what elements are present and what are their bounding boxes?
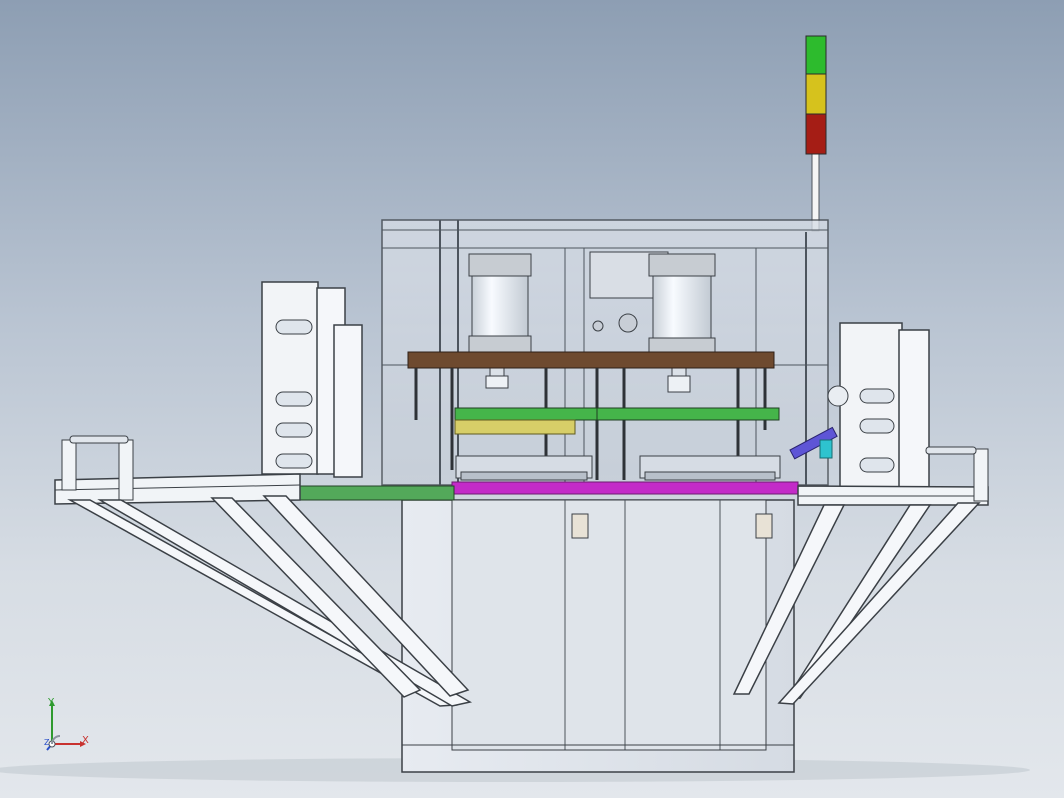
left-frame-bolt bbox=[275, 422, 313, 438]
stack-light-yellow[interactable] bbox=[805, 73, 827, 115]
machine-cabinet[interactable] bbox=[401, 499, 795, 773]
panel-hole-center bbox=[618, 313, 638, 333]
right-frame-knob[interactable] bbox=[827, 385, 849, 407]
cad-3d-viewport[interactable]: Y X Z bbox=[0, 0, 1064, 798]
left-frame-bolt bbox=[275, 453, 313, 469]
right-frame-bolt bbox=[859, 388, 895, 404]
cabinet-latch-right[interactable] bbox=[755, 513, 773, 539]
left-table-rod bbox=[69, 435, 129, 444]
left-side-frame[interactable] bbox=[261, 281, 363, 478]
stack-light[interactable] bbox=[805, 35, 827, 232]
right-side-frame[interactable] bbox=[827, 322, 930, 494]
left-frame-bolt bbox=[275, 391, 313, 407]
brown-mounting-plate[interactable] bbox=[407, 351, 775, 369]
yellow-slide-rail[interactable] bbox=[454, 419, 576, 435]
right-frame-bolt bbox=[859, 457, 895, 473]
stack-light-red[interactable] bbox=[805, 113, 827, 155]
triad-z-label: Z bbox=[44, 738, 50, 747]
machine-assembly-model[interactable] bbox=[0, 0, 1064, 798]
stack-light-green[interactable] bbox=[805, 35, 827, 75]
magenta-base-plate[interactable] bbox=[451, 481, 799, 495]
triad-y-label: Y bbox=[48, 697, 55, 708]
panel-hole-left bbox=[592, 320, 604, 332]
right-frame-bolt bbox=[859, 418, 895, 434]
cabinet-latch-left[interactable] bbox=[571, 513, 589, 539]
triad-x-label: X bbox=[82, 735, 89, 746]
right-table-rod bbox=[925, 446, 977, 455]
left-frame-bolt bbox=[275, 319, 313, 335]
green-pcb-fixture[interactable] bbox=[454, 407, 780, 421]
coordinate-triad: Y X Z bbox=[40, 696, 100, 756]
cyan-connector bbox=[819, 439, 833, 459]
